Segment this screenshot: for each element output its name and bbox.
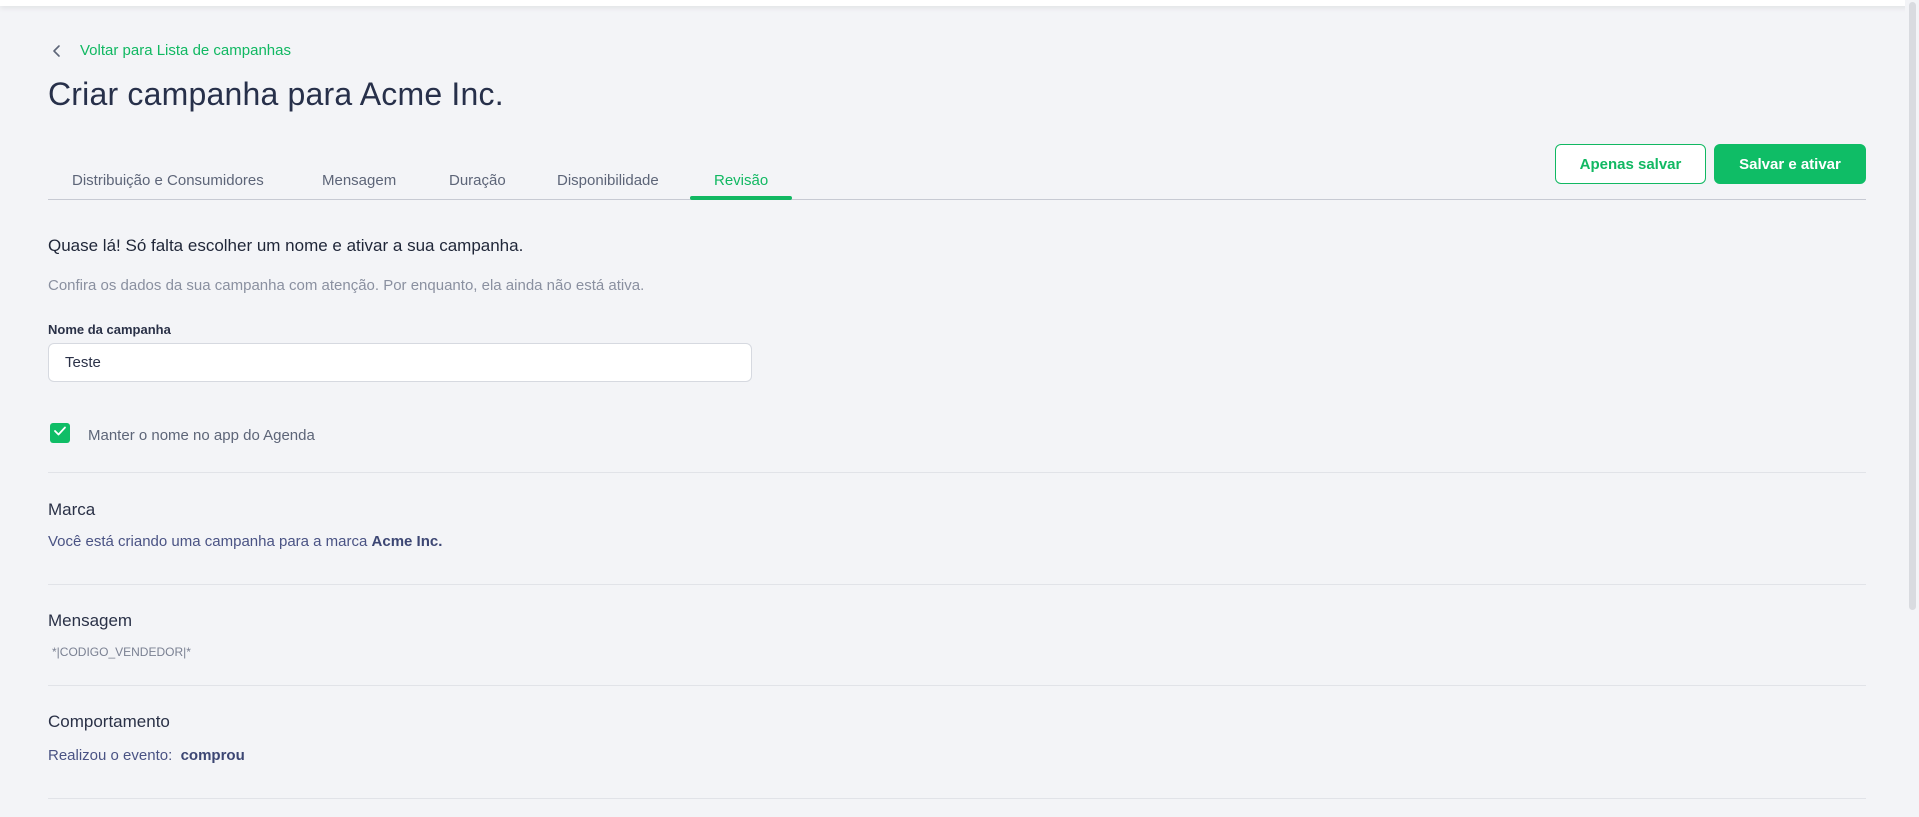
section-divider xyxy=(48,472,1866,473)
brand-section-text: Você está criando uma campanha para a ma… xyxy=(48,533,442,550)
review-subtext: Confira os dados da sua campanha com ate… xyxy=(48,277,645,294)
behavior-section-text: Realizou o evento: comprou xyxy=(48,747,245,764)
tab-mensagem[interactable]: Mensagem xyxy=(322,172,396,200)
brand-name: Acme Inc. xyxy=(371,533,443,550)
back-link-label: Voltar para Lista de campanhas xyxy=(80,42,291,59)
keep-name-label: Manter o nome no app do Agenda xyxy=(88,427,315,444)
campaign-name-label: Nome da campanha xyxy=(48,322,171,337)
tab-distribuicao[interactable]: Distribuição e Consumidores xyxy=(72,172,264,200)
save-activate-button[interactable]: Salvar e ativar xyxy=(1714,144,1866,184)
active-tab-indicator xyxy=(690,196,792,200)
review-heading: Quase lá! Só falta escolher um nome e at… xyxy=(48,236,524,255)
behavior-text-prefix: Realizou o evento: xyxy=(48,747,173,764)
scrollbar[interactable] xyxy=(1905,0,1919,817)
page-title: Criar campanha para Acme Inc. xyxy=(48,76,504,112)
campaign-name-input[interactable] xyxy=(48,343,752,382)
message-content: *|CODIGO_VENDEDOR|* xyxy=(52,645,191,659)
chevron-left-icon xyxy=(52,44,62,58)
section-divider xyxy=(48,685,1866,686)
brand-section-title: Marca xyxy=(48,500,96,519)
keep-name-checkbox[interactable] xyxy=(50,423,70,443)
save-only-button[interactable]: Apenas salvar xyxy=(1555,144,1706,184)
check-icon xyxy=(53,424,67,442)
tab-disponibilidade[interactable]: Disponibilidade xyxy=(557,172,659,200)
scrollbar-thumb[interactable] xyxy=(1909,2,1916,610)
message-section-title: Mensagem xyxy=(48,611,133,630)
behavior-section-title: Comportamento xyxy=(48,712,170,731)
section-divider xyxy=(48,584,1866,585)
section-divider xyxy=(48,798,1866,799)
behavior-event: comprou xyxy=(180,747,245,764)
back-link[interactable]: Voltar para Lista de campanhas xyxy=(52,42,291,59)
top-bar xyxy=(0,0,1919,6)
tab-duracao[interactable]: Duração xyxy=(449,172,506,200)
brand-text-prefix: Você está criando uma campanha para a ma… xyxy=(48,533,372,550)
